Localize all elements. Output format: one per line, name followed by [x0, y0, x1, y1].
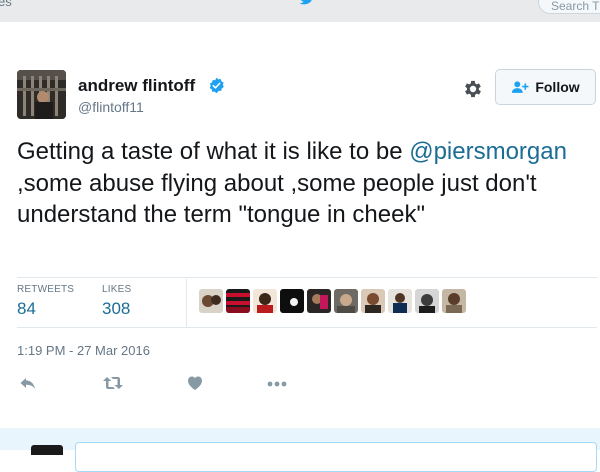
- more-options-button[interactable]: [266, 374, 288, 392]
- top-navigation-bar: es Search T: [0, 0, 600, 23]
- current-user-avatar[interactable]: [31, 445, 63, 455]
- liker-avatar[interactable]: [334, 289, 358, 313]
- liker-avatar[interactable]: [253, 289, 277, 313]
- retweets-stat[interactable]: RETWEETS 84: [17, 284, 74, 319]
- author-avatar[interactable]: [17, 70, 66, 119]
- reply-icon: [20, 378, 35, 389]
- search-input[interactable]: Search T: [538, 0, 600, 14]
- tweet-text-after: ,some abuse flying about ,some people ju…: [17, 169, 537, 229]
- liker-avatar[interactable]: [226, 289, 250, 313]
- tweet-text-before: Getting a taste of what it is like to be: [17, 138, 410, 165]
- likes-count[interactable]: 308: [102, 299, 131, 319]
- add-user-icon: [512, 81, 529, 93]
- liker-avatar[interactable]: [280, 289, 304, 313]
- reply-input[interactable]: [75, 442, 597, 472]
- tweet-timestamp[interactable]: 1:19 PM - 27 Mar 2016: [17, 343, 150, 358]
- likes-stat[interactable]: LIKES 308: [102, 284, 131, 319]
- follow-button-label: Follow: [535, 79, 580, 95]
- modal-top-spacer: [0, 22, 600, 38]
- twitter-bird-icon[interactable]: [297, 0, 317, 10]
- liker-avatars: [199, 289, 466, 315]
- tweet-text: Getting a taste of what it is like to be…: [17, 136, 597, 231]
- divider-bottom: [17, 327, 597, 328]
- mention-link[interactable]: @piersmorgan: [409, 138, 567, 165]
- like-button[interactable]: [186, 374, 204, 392]
- likes-label: LIKES: [102, 284, 132, 295]
- liker-avatar[interactable]: [361, 289, 385, 313]
- more-dots-icon: [267, 381, 287, 387]
- avatar-image: [17, 70, 66, 119]
- follow-button[interactable]: Follow: [495, 69, 596, 105]
- like-heart-icon: [188, 376, 202, 390]
- nav-item-partial[interactable]: es: [0, 0, 12, 9]
- verified-badge-icon: [209, 77, 224, 94]
- stats-divider: [186, 279, 187, 327]
- divider-top: [17, 277, 597, 278]
- author-name[interactable]: andrew flintoff: [78, 76, 195, 96]
- liker-avatar[interactable]: [307, 289, 331, 313]
- liker-avatar[interactable]: [199, 289, 223, 313]
- retweets-label: RETWEETS: [17, 284, 75, 295]
- liker-avatar[interactable]: [388, 289, 412, 313]
- liker-avatar[interactable]: [415, 289, 439, 313]
- retweet-icon: [103, 377, 123, 389]
- liker-avatar[interactable]: [442, 289, 466, 313]
- retweets-count[interactable]: 84: [17, 299, 74, 319]
- gear-icon[interactable]: [462, 78, 484, 100]
- retweet-button[interactable]: [102, 374, 124, 392]
- reply-button[interactable]: [19, 374, 37, 392]
- author-handle[interactable]: @flintoff11: [78, 99, 144, 115]
